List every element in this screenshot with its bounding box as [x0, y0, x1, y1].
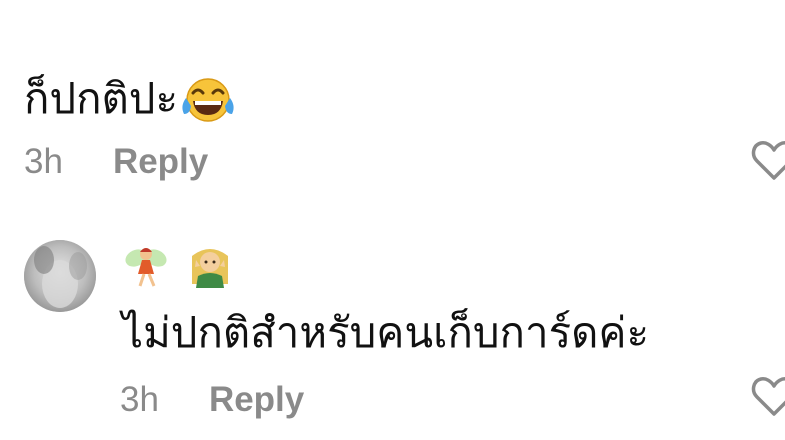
avatar-image — [24, 240, 96, 312]
elf-emoji-icon — [192, 249, 228, 288]
comment-2-meta: 3h Reply — [120, 380, 304, 420]
commenter-username[interactable] — [122, 242, 234, 290]
comment-1-like-heart-icon[interactable] — [750, 136, 785, 184]
comment-1-text-row: ก็ปกติปะ — [24, 74, 236, 124]
comment-2-reply-button[interactable]: Reply — [209, 380, 304, 420]
comment-1-text: ก็ปกติปะ — [24, 74, 179, 123]
comment-2-timestamp: 3h — [120, 380, 159, 419]
laughing-emoji-icon — [182, 78, 234, 122]
comment-1-meta: 3h Reply — [24, 142, 208, 182]
comment-1-timestamp: 3h — [24, 142, 63, 181]
comment-2-like-heart-icon[interactable] — [750, 372, 785, 420]
comment-1-reply-button[interactable]: Reply — [113, 142, 208, 182]
comment-2-text: ไม่ปกติสำหรับคนเก็บการ์ดค่ะ — [122, 308, 650, 357]
fairy-emoji-icon — [125, 248, 167, 287]
commenter-avatar[interactable] — [24, 240, 96, 312]
